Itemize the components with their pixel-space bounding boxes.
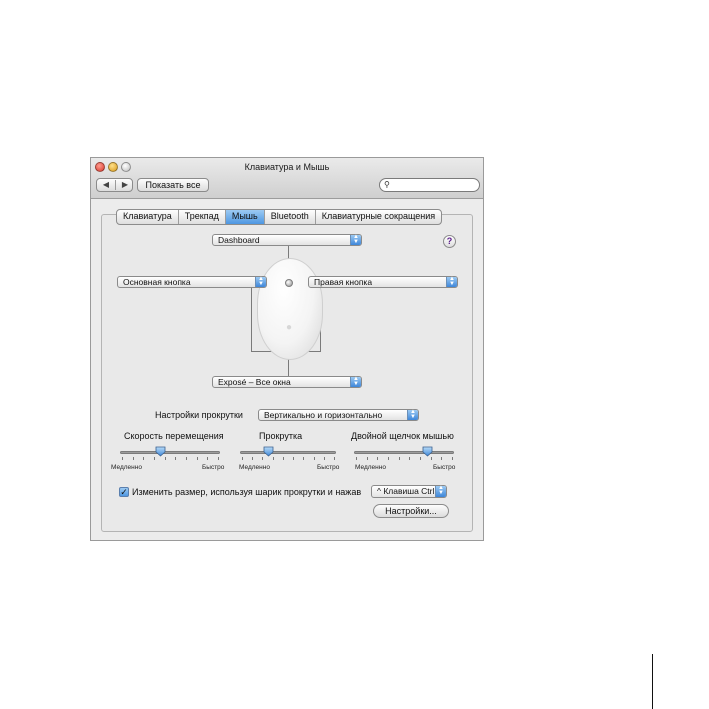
tab-bar: Клавиатура Трекпад Мышь Bluetooth Клавиа…	[116, 209, 443, 225]
tracking-speed-max-label: Быстро	[202, 464, 225, 471]
slider-thumb[interactable]	[263, 446, 274, 457]
left-button-popup[interactable]: Основная кнопка ▲ ▼	[117, 276, 267, 288]
slider-tick	[334, 457, 335, 460]
slider-tick	[218, 457, 219, 460]
window-title: Клавиатура и Мышь	[244, 162, 330, 172]
slider-tick	[430, 457, 432, 460]
top-button-popup-value: Dashboard	[218, 235, 260, 245]
slider-track[interactable]	[354, 451, 454, 454]
scroll-ball-icon	[285, 279, 293, 287]
double-click-title: Двойной щелчок мышью	[351, 431, 454, 441]
slider-tick	[154, 457, 155, 460]
search-icon: ⚲	[384, 180, 390, 189]
slider-tick	[207, 457, 209, 460]
slider-track[interactable]	[240, 451, 336, 454]
bottom-button-popup-value: Exposé – Все окна	[218, 377, 291, 387]
slider-tick	[252, 457, 254, 460]
tracking-speed-title: Скорость перемещения	[124, 431, 224, 441]
bottom-button-popup[interactable]: Exposé – Все окна ▲ ▼	[212, 376, 362, 388]
forward-button[interactable]: ▶	[116, 179, 134, 191]
back-forward-buttons: ◀ ▶	[96, 178, 133, 192]
popup-arrows-icon: ▲ ▼	[446, 276, 457, 287]
slider-tick	[164, 457, 166, 460]
slider-tick	[303, 457, 305, 460]
tab-mouse[interactable]: Мышь	[225, 210, 265, 224]
right-button-popup-value: Правая кнопка	[314, 277, 373, 287]
tab-bluetooth[interactable]: Bluetooth	[265, 210, 316, 224]
tab-keyboard-shortcuts[interactable]: Клавиатурные сокращения	[316, 210, 441, 224]
slider-tick	[323, 457, 325, 460]
slider-tick	[262, 457, 264, 460]
left-button-popup-value: Основная кнопка	[123, 277, 191, 287]
slider-tick	[377, 457, 379, 460]
slider-tick	[398, 457, 400, 460]
zoom-label: Изменить размер, используя шарик прокрут…	[132, 487, 362, 497]
scrolling-label: Настройки прокрутки	[155, 410, 243, 420]
slider-tick	[452, 457, 453, 460]
slider-tick	[186, 457, 187, 460]
slider-tick	[356, 457, 357, 460]
scroll-speed-max-label: Быстро	[317, 464, 340, 471]
slider-tick	[143, 457, 145, 460]
modifier-key-popup-value: ^ Клавиша Ctrl	[377, 486, 434, 496]
scrolling-popup[interactable]: Вертикально и горизонтально ▲ ▼	[258, 409, 419, 421]
apple-logo-icon: ●	[285, 322, 293, 333]
right-button-popup[interactable]: Правая кнопка ▲ ▼	[308, 276, 458, 288]
search-input[interactable]	[392, 180, 472, 190]
title-bar: Клавиатура и Мышь ◀ ▶ Показать все ⚲	[91, 158, 483, 199]
slider-tick	[132, 457, 134, 460]
help-button[interactable]: ?	[443, 235, 456, 248]
slider-tick	[388, 457, 389, 460]
slider-tick	[420, 457, 421, 460]
slider-tick	[272, 457, 274, 460]
top-button-popup[interactable]: Dashboard ▲ ▼	[212, 234, 362, 246]
double-click-max-label: Быстро	[433, 464, 456, 471]
slider-tick	[313, 457, 315, 460]
search-field[interactable]: ⚲	[379, 178, 480, 192]
connector-line-bottom-left	[251, 287, 252, 351]
popup-arrows-icon: ▲ ▼	[350, 376, 361, 387]
mouse-image	[257, 258, 323, 360]
preferences-window: Клавиатура и Мышь ◀ ▶ Показать все ⚲ Кла…	[90, 157, 484, 541]
popup-arrows-icon: ▲ ▼	[255, 276, 266, 287]
scrolling-popup-value: Вертикально и горизонтально	[264, 410, 383, 420]
slider-tick	[196, 457, 198, 460]
slider-tick	[282, 457, 284, 460]
popup-arrows-icon: ▲ ▼	[350, 234, 361, 245]
slider-tick	[175, 457, 177, 460]
slider-tick	[366, 457, 368, 460]
modifier-key-popup[interactable]: ^ Клавиша Ctrl ▲ ▼	[371, 485, 447, 498]
popup-arrows-icon: ▲ ▼	[435, 485, 446, 497]
slider-tick	[122, 457, 123, 460]
scroll-speed-title: Прокрутка	[259, 431, 303, 441]
slider-track[interactable]	[120, 451, 220, 454]
slider-tick	[293, 457, 295, 460]
tab-keyboard[interactable]: Клавиатура	[117, 210, 179, 224]
back-button[interactable]: ◀	[97, 179, 115, 191]
slider-tick	[441, 457, 443, 460]
zoom-checkbox[interactable]: ✓	[119, 487, 129, 497]
tracking-speed-min-label: Медленно	[111, 464, 142, 471]
slider-thumb[interactable]	[155, 446, 166, 457]
slider-tick	[242, 457, 243, 460]
popup-arrows-icon: ▲ ▼	[407, 409, 418, 420]
tab-trackpad[interactable]: Трекпад	[179, 210, 226, 224]
slider-tick	[409, 457, 411, 460]
double-click-min-label: Медленно	[355, 464, 386, 471]
zoom-settings-button[interactable]: Настройки...	[373, 504, 449, 518]
slider-thumb[interactable]	[422, 446, 433, 457]
scroll-speed-min-label: Медленно	[239, 464, 270, 471]
show-all-button[interactable]: Показать все	[137, 178, 209, 192]
page-margin-rule	[652, 654, 653, 709]
